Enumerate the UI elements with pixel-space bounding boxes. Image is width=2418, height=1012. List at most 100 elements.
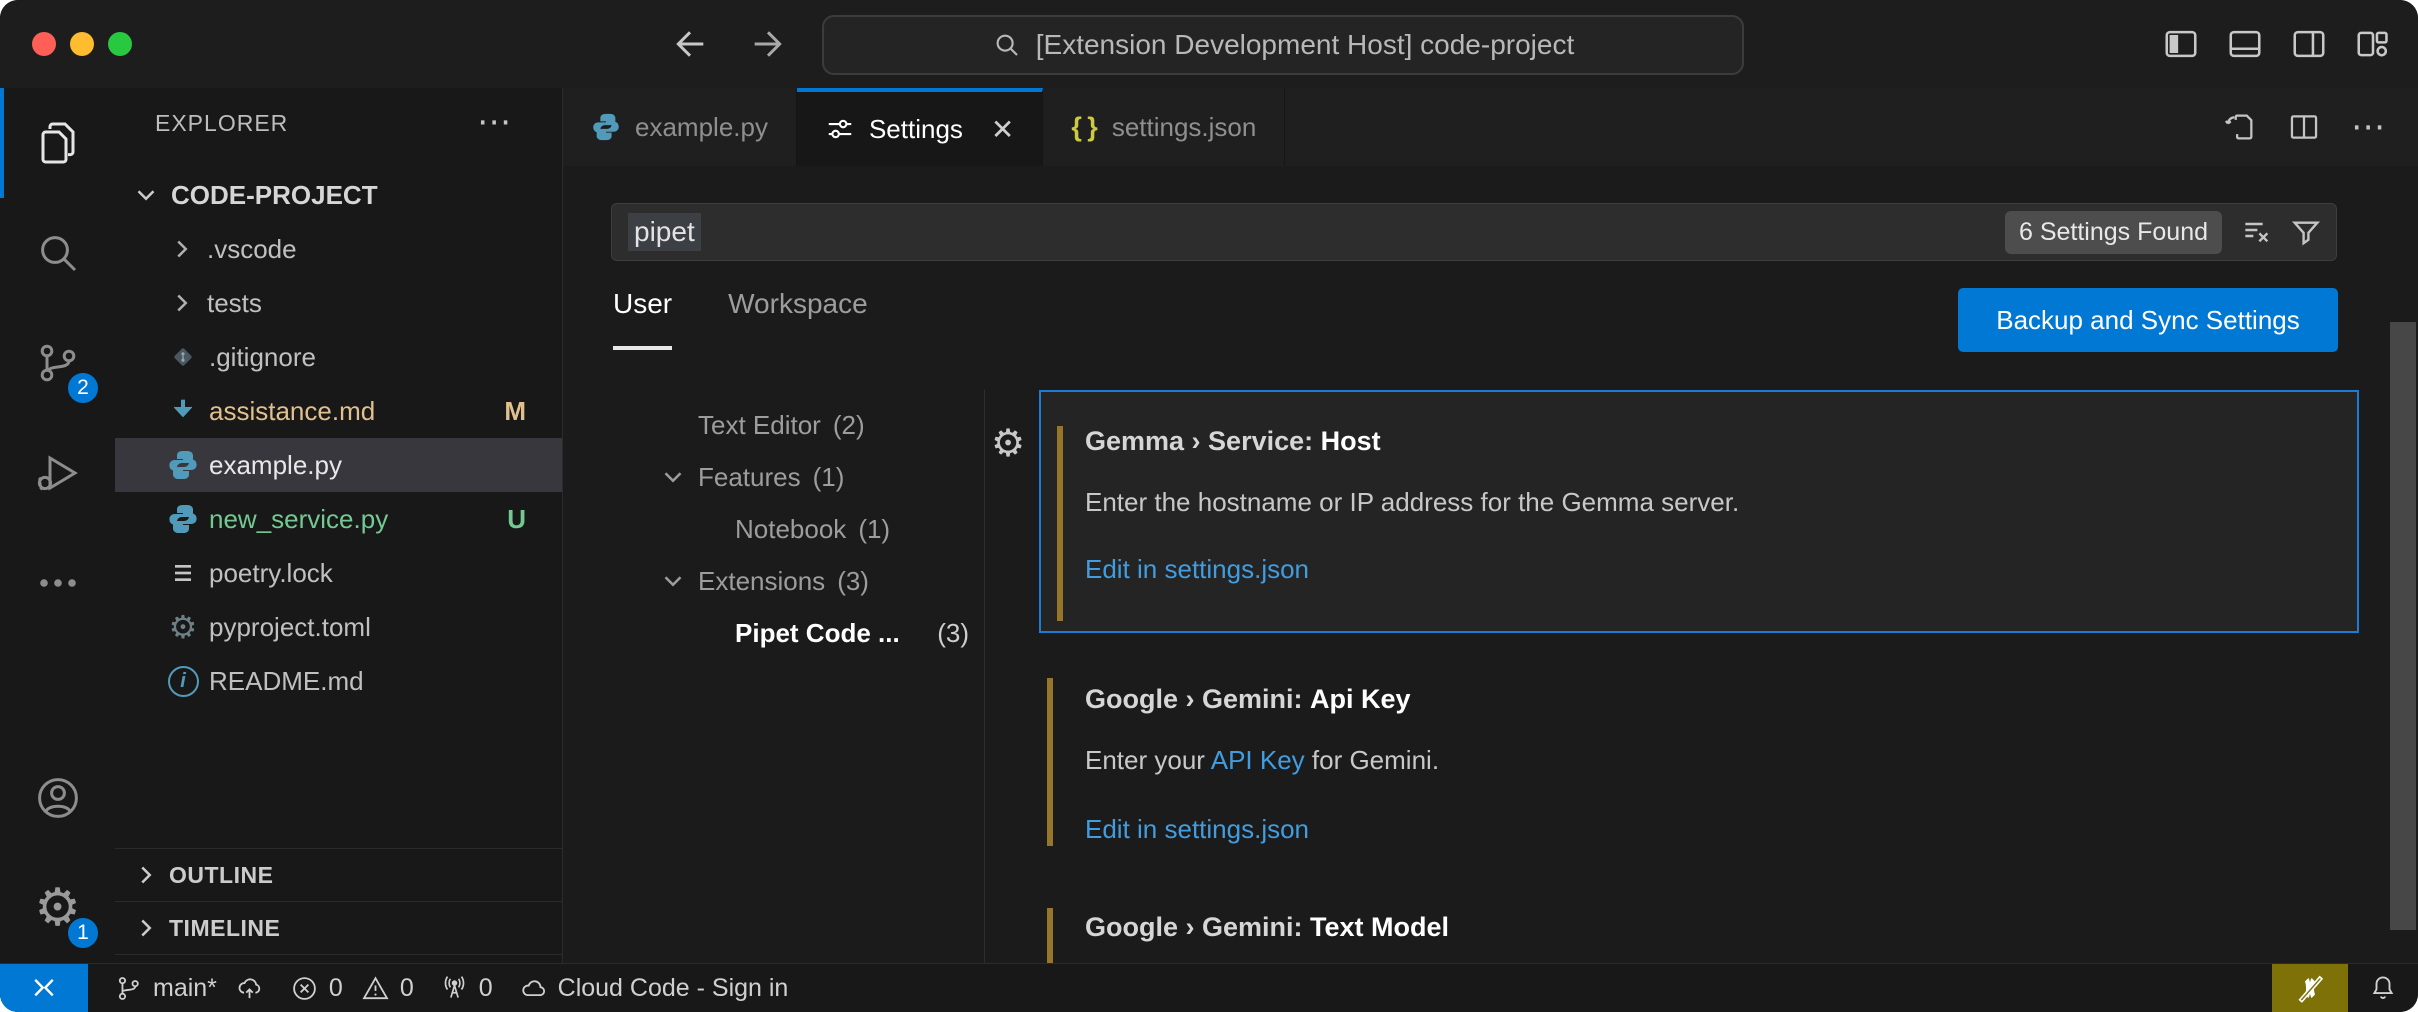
outline-section-header[interactable]: OUTLINE xyxy=(115,848,562,901)
zoom-window-button[interactable] xyxy=(108,32,132,56)
file-row-poetry-lock[interactable]: poetry.lock xyxy=(115,546,562,600)
setting-description: Enter the hostname or IP address for the… xyxy=(1085,487,2337,518)
source-control-badge: 2 xyxy=(65,370,101,406)
active-indicator xyxy=(0,88,4,198)
toggle-panel-icon[interactable] xyxy=(2226,25,2264,63)
toc-item-notebook[interactable]: Notebook (1) xyxy=(563,503,983,555)
setting-gear-icon[interactable]: ⚙ xyxy=(991,424,1025,462)
activitybar-settings[interactable]: ⚙ 1 xyxy=(0,853,115,963)
copilot-status-button[interactable] xyxy=(2272,964,2348,1012)
open-settings-json-icon[interactable] xyxy=(2223,110,2257,144)
branch-status-item[interactable]: main* xyxy=(114,974,264,1003)
toc-item-extensions[interactable]: Extensions (3) xyxy=(563,555,983,607)
settings-list: Gemma › Service: Host Enter the hostname… xyxy=(1039,166,2359,963)
settings-search-input[interactable]: pipet xyxy=(628,213,701,251)
tab-example-py[interactable]: example.py xyxy=(563,88,797,166)
vscode-window: [Extension Development Host] code-projec… xyxy=(0,0,2418,1012)
forward-arrow-icon[interactable] xyxy=(748,24,788,64)
setting-title: Gemma › Service: Host xyxy=(1085,426,2337,457)
tab-settings[interactable]: Settings ✕ xyxy=(797,88,1043,166)
toc-count: (2) xyxy=(833,410,865,441)
gear-icon: ⚙ xyxy=(167,611,199,643)
git-status-badge: M xyxy=(504,396,526,427)
activitybar-account[interactable] xyxy=(0,743,115,853)
toc-count: (1) xyxy=(813,462,845,493)
timeline-section-header[interactable]: TIMELINE xyxy=(115,901,562,954)
section-label: OUTLINE xyxy=(169,862,273,889)
broadcast-tower-icon xyxy=(440,974,469,1003)
git-branch-icon xyxy=(114,974,143,1003)
command-center[interactable]: [Extension Development Host] code-projec… xyxy=(822,15,1744,75)
folder-name: tests xyxy=(207,288,262,319)
setting-title: Google › Gemini: Text Model xyxy=(1085,912,2339,943)
file-name: pyproject.toml xyxy=(209,612,371,643)
setting-title: Google › Gemini: Api Key xyxy=(1085,684,2339,715)
remote-indicator-button[interactable] xyxy=(0,964,88,1012)
folder-row-tests[interactable]: tests xyxy=(115,276,562,330)
settings-scope-tabs: User Workspace xyxy=(613,288,868,350)
api-key-link[interactable]: API Key xyxy=(1211,745,1305,775)
file-row-gitignore[interactable]: .gitignore xyxy=(115,330,562,384)
activitybar-source-control[interactable]: 2 xyxy=(0,308,115,418)
chevron-right-icon xyxy=(131,860,161,890)
back-arrow-icon[interactable] xyxy=(670,24,710,64)
close-icon[interactable]: ✕ xyxy=(991,113,1014,146)
status-bar: main* 0 0 0 Cloud Code - Sign i xyxy=(0,963,2418,1012)
chevron-right-icon xyxy=(167,234,197,264)
notifications-item[interactable] xyxy=(2348,964,2418,1012)
chevron-right-icon xyxy=(167,288,197,318)
scope-tab-workspace[interactable]: Workspace xyxy=(728,288,868,350)
settings-editor: pipet 6 Settings Found User Workspace xyxy=(563,166,2418,963)
toggle-primary-sidebar-icon[interactable] xyxy=(2162,25,2200,63)
tab-settings-json[interactable]: { } settings.json xyxy=(1043,88,1285,166)
activitybar-explorer[interactable] xyxy=(0,88,115,198)
file-tree: CODE-PROJECT .vscode tests xyxy=(115,168,562,708)
toggle-secondary-sidebar-icon[interactable] xyxy=(2290,25,2328,63)
editor-area: example.py Settings ✕ { } settings.json xyxy=(563,88,2418,963)
remote-indicator-icon xyxy=(29,973,59,1003)
scrollbar[interactable] xyxy=(2390,322,2416,930)
toc-label: Text Editor xyxy=(698,410,821,441)
file-row-new-service[interactable]: new_service.py U xyxy=(115,492,562,546)
scope-tab-user[interactable]: User xyxy=(613,288,672,350)
more-actions-icon[interactable]: ⋯ xyxy=(477,102,514,142)
notifications-bell-icon xyxy=(2368,973,2398,1003)
toc-item-text-editor[interactable]: Text Editor (2) xyxy=(563,399,983,451)
toc-item-pipet-code[interactable]: Pipet Code ... (3) xyxy=(563,607,983,659)
close-window-button[interactable] xyxy=(32,32,56,56)
tree-root-row[interactable]: CODE-PROJECT xyxy=(115,168,562,222)
setting-google-gemini-text-model[interactable]: Google › Gemini: Text Model xyxy=(1039,898,2359,963)
explorer-files-icon xyxy=(34,119,82,167)
markdown-icon xyxy=(167,395,199,427)
root-folder-name: CODE-PROJECT xyxy=(171,180,378,211)
file-row-pyproject[interactable]: ⚙ pyproject.toml xyxy=(115,600,562,654)
modified-indicator xyxy=(1047,678,1053,846)
account-icon xyxy=(34,774,82,822)
activitybar-more-views[interactable] xyxy=(0,528,115,638)
problems-status-item[interactable]: 0 0 xyxy=(290,974,414,1003)
setting-google-gemini-api-key[interactable]: Google › Gemini: Api Key Enter your API … xyxy=(1039,660,2359,860)
chevron-right-icon xyxy=(131,913,161,943)
split-editor-icon[interactable] xyxy=(2287,110,2321,144)
explorer-sidebar: EXPLORER ⋯ CODE-PROJECT .vscode xyxy=(115,88,563,963)
toc-splitter[interactable] xyxy=(984,390,985,963)
broadcast-status-item[interactable]: 0 xyxy=(440,974,493,1003)
file-row-example[interactable]: example.py xyxy=(115,438,562,492)
toc-item-features[interactable]: Features (1) xyxy=(563,451,983,503)
file-row-assistance[interactable]: assistance.md M xyxy=(115,384,562,438)
chevron-down-icon xyxy=(658,566,688,596)
minimize-window-button[interactable] xyxy=(70,32,94,56)
list-lines-icon xyxy=(167,557,199,589)
workbench: 2 ⚙ 1 xyxy=(0,88,2418,963)
edit-in-settings-json-link[interactable]: Edit in settings.json xyxy=(1085,814,2339,845)
setting-gemma-service-host[interactable]: Gemma › Service: Host Enter the hostname… xyxy=(1039,390,2359,633)
folder-row-vscode[interactable]: .vscode xyxy=(115,222,562,276)
cloud-code-status-item[interactable]: Cloud Code - Sign in xyxy=(519,974,789,1003)
edit-in-settings-json-link[interactable]: Edit in settings.json xyxy=(1085,554,2337,585)
error-icon xyxy=(290,974,319,1003)
file-row-readme[interactable]: i README.md xyxy=(115,654,562,708)
activitybar-run-debug[interactable] xyxy=(0,418,115,528)
activitybar-search[interactable] xyxy=(0,198,115,308)
tab-label: example.py xyxy=(635,112,768,143)
customize-layout-icon[interactable] xyxy=(2354,25,2392,63)
